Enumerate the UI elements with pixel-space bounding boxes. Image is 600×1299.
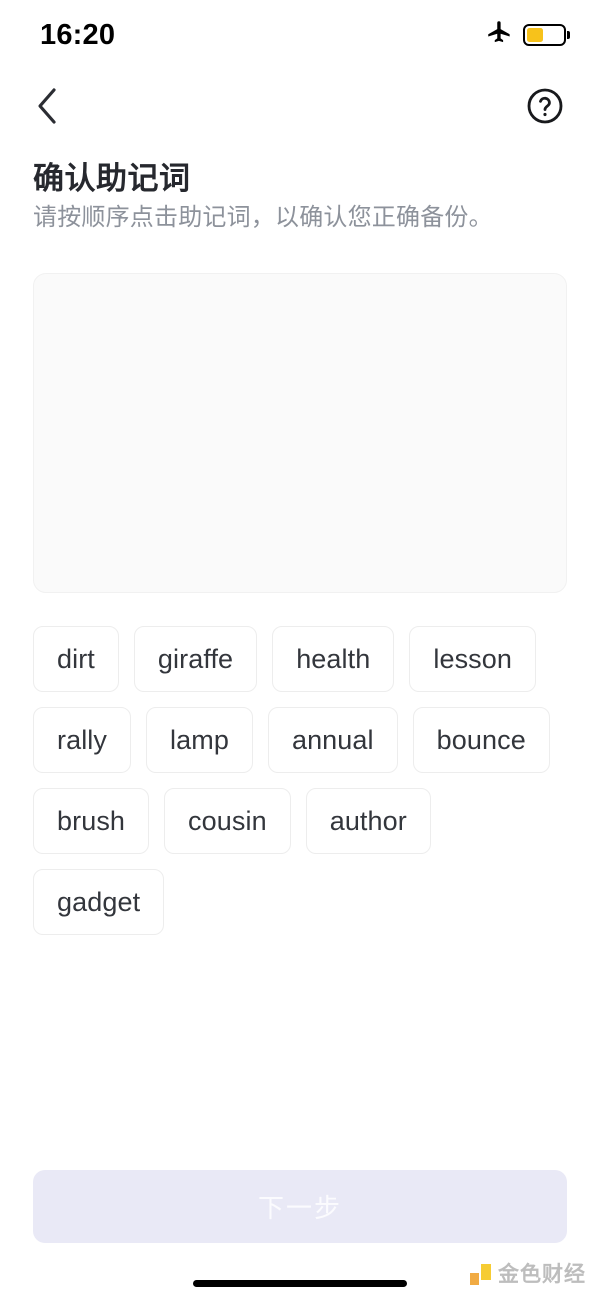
page-subtitle: 请按顺序点击助记词，以确认您正确备份。 [33, 204, 493, 231]
back-button[interactable] [33, 85, 77, 129]
app-screen: 16:20 确认助记词 请按顺序点击助记词，以确认您正确备份。 dirt gir… [0, 0, 600, 1299]
next-step-button[interactable]: 下一步 [33, 1170, 567, 1243]
watermark-logo-icon [470, 1264, 491, 1285]
word-chip[interactable]: annual [267, 707, 398, 773]
help-button[interactable] [523, 85, 567, 129]
watermark: 金色财经 [470, 1264, 586, 1285]
word-chip[interactable]: lesson [409, 626, 537, 692]
word-chip[interactable]: bounce [412, 707, 550, 773]
word-chip[interactable]: giraffe [133, 626, 258, 692]
word-chip[interactable]: cousin [164, 788, 291, 854]
word-chip[interactable]: author [305, 788, 431, 854]
status-bar-indicators [486, 19, 566, 51]
status-bar-time: 16:20 [40, 18, 116, 51]
home-indicator [193, 1280, 407, 1287]
question-mark-circle-icon [525, 86, 565, 129]
word-chip[interactable]: gadget [33, 869, 165, 935]
navigation-bar [0, 76, 600, 138]
page-title: 确认助记词 [33, 161, 191, 196]
selected-words-area[interactable] [33, 273, 567, 593]
airplane-mode-icon [486, 19, 513, 51]
watermark-text: 金色财经 [498, 1263, 586, 1286]
word-chip[interactable]: health [272, 626, 395, 692]
status-bar: 16:20 [0, 0, 600, 66]
word-chip[interactable]: dirt [33, 626, 119, 692]
battery-icon [523, 24, 566, 46]
word-chip[interactable]: lamp [146, 707, 253, 773]
chevron-left-icon [33, 84, 61, 131]
word-chip[interactable]: rally [33, 707, 132, 773]
word-pool: dirt giraffe health lesson rally lamp annual bo… [33, 626, 571, 935]
word-chip[interactable]: brush [33, 788, 150, 854]
